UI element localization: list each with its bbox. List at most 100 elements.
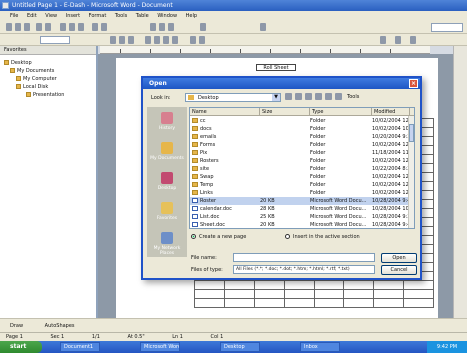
- chevron-down-icon[interactable]: ▼: [272, 94, 280, 101]
- radio-active-section[interactable]: Insert in the active section: [285, 234, 360, 241]
- taskbar-item[interactable]: Inbox: [300, 342, 340, 352]
- start-button[interactable]: start: [0, 341, 42, 353]
- menu-window[interactable]: Window: [157, 13, 177, 19]
- file-row[interactable]: Pix Folder 11/18/2004 11:14 AM: [190, 149, 412, 157]
- table-icon[interactable]: [150, 23, 156, 31]
- underline-icon[interactable]: [128, 36, 134, 44]
- file-row[interactable]: Rosters Folder 10/02/2004 12:19 PM: [190, 157, 412, 165]
- drawing-icon[interactable]: [168, 23, 174, 31]
- file-row[interactable]: cc Folder 10/02/2004 12:18 PM: [190, 117, 412, 125]
- column-modified[interactable]: Modified: [372, 108, 410, 116]
- file-row[interactable]: Swap Folder 10/02/2004 12:19 PM: [190, 173, 412, 181]
- save-icon[interactable]: [24, 23, 30, 31]
- folder-icon: [161, 142, 173, 154]
- autoshapes-menu[interactable]: AutoShapes: [45, 323, 75, 329]
- help-search-input[interactable]: [431, 23, 463, 32]
- column-type[interactable]: Type: [310, 108, 372, 116]
- align-left-icon[interactable]: [145, 36, 151, 44]
- document-icon: [192, 222, 198, 227]
- numbering-icon[interactable]: [190, 36, 196, 44]
- style-select[interactable]: [40, 36, 70, 44]
- back-icon[interactable]: [285, 93, 292, 100]
- file-list-scrollbar[interactable]: [408, 116, 414, 228]
- bold-icon[interactable]: [110, 36, 116, 44]
- file-type: Microsoft Word Docu...: [310, 206, 367, 212]
- menu-format[interactable]: Format: [89, 13, 107, 19]
- align-right-icon[interactable]: [163, 36, 169, 44]
- menu-table[interactable]: Table: [136, 13, 149, 19]
- file-row[interactable]: Forms Folder 10/02/2004 12:19 PM: [190, 141, 412, 149]
- file-row[interactable]: Roster 20 KB Microsoft Word Docu... 10/28/2…: [190, 197, 412, 205]
- file-name-input[interactable]: [233, 253, 375, 262]
- align-center-icon[interactable]: [154, 36, 160, 44]
- nav-item-my-documents[interactable]: My Documents: [10, 68, 54, 75]
- file-row[interactable]: site Folder 10/22/2004 8:26 PM: [190, 165, 412, 173]
- copy-icon[interactable]: [69, 23, 75, 31]
- status-page: Page 1: [6, 334, 23, 340]
- cancel-button[interactable]: Cancel: [381, 265, 417, 275]
- up-folder-icon[interactable]: [295, 93, 302, 100]
- views-icon[interactable]: [335, 93, 342, 100]
- cut-icon[interactable]: [60, 23, 66, 31]
- draw-menu[interactable]: Draw: [10, 323, 23, 329]
- column-name[interactable]: Name: [190, 108, 260, 116]
- zoom-icon[interactable]: [200, 23, 206, 31]
- new-icon[interactable]: [6, 23, 12, 31]
- file-row[interactable]: emails Folder 10/20/2004 9:36 PM: [190, 133, 412, 141]
- file-row[interactable]: Sheet.doc 20 KB Microsoft Word Docu... 10/2…: [190, 221, 412, 228]
- new-folder-icon[interactable]: [325, 93, 332, 100]
- taskbar-item[interactable]: Document1: [60, 342, 100, 352]
- print-icon[interactable]: [36, 23, 42, 31]
- open-button[interactable]: Open: [381, 253, 417, 263]
- nav-item-desktop[interactable]: Desktop: [4, 60, 32, 67]
- delete-icon[interactable]: [315, 93, 322, 100]
- taskbar-item[interactable]: Desktop: [220, 342, 260, 352]
- vertical-scrollbar[interactable]: [453, 46, 467, 318]
- radio-new-page[interactable]: Create a new page: [191, 234, 246, 241]
- folder-icon: [192, 190, 198, 195]
- menu-help[interactable]: Help: [186, 13, 197, 19]
- place-favorites[interactable]: Favorites: [147, 199, 187, 227]
- file-row[interactable]: Links Folder 10/02/2004 12:20 PM: [190, 189, 412, 197]
- nav-item-my-computer[interactable]: My Computer: [16, 76, 57, 83]
- search-web-icon[interactable]: [305, 93, 312, 100]
- columns-icon[interactable]: [159, 23, 165, 31]
- border-icon[interactable]: [380, 36, 386, 44]
- highlight-icon[interactable]: [395, 36, 401, 44]
- justify-icon[interactable]: [172, 36, 178, 44]
- menu-tools[interactable]: Tools: [115, 13, 127, 19]
- menu-insert[interactable]: Insert: [66, 13, 80, 19]
- screen: Untitled Page 1 - E-Dash - Microsoft Wor…: [0, 0, 467, 353]
- place-network[interactable]: My Network Places: [147, 229, 187, 257]
- menu-file[interactable]: File: [10, 13, 18, 19]
- nav-item-local-disk[interactable]: Local Disk: [16, 84, 48, 91]
- bullets-icon[interactable]: [199, 36, 205, 44]
- undo-icon[interactable]: [92, 23, 98, 31]
- tools-menu[interactable]: Tools: [347, 94, 359, 100]
- menu-view[interactable]: View: [45, 13, 57, 19]
- paste-icon[interactable]: [78, 23, 84, 31]
- font-color-icon[interactable]: [410, 36, 416, 44]
- place-desktop[interactable]: Desktop: [147, 169, 187, 197]
- place-history[interactable]: History: [147, 109, 187, 137]
- look-in-select[interactable]: Desktop ▼: [185, 93, 281, 102]
- menu-edit[interactable]: Edit: [27, 13, 37, 19]
- scrollbar-thumb[interactable]: [409, 124, 414, 142]
- nav-item-presentation[interactable]: Presentation: [26, 92, 64, 99]
- file-list[interactable]: Name Size Type Modified cc Folder 10/02/20…: [189, 107, 415, 229]
- open-icon[interactable]: [15, 23, 21, 31]
- file-row[interactable]: List.doc 25 KB Microsoft Word Docu... 10/28…: [190, 213, 412, 221]
- column-size[interactable]: Size: [260, 108, 310, 116]
- close-icon[interactable]: ×: [409, 79, 418, 88]
- help-icon[interactable]: [260, 23, 266, 31]
- document-icon: [192, 206, 198, 211]
- preview-icon[interactable]: [45, 23, 51, 31]
- redo-icon[interactable]: [101, 23, 107, 31]
- italic-icon[interactable]: [119, 36, 125, 44]
- taskbar-item[interactable]: Microsoft Word: [140, 342, 180, 352]
- file-row[interactable]: docs Folder 10/02/2004 10:15 PM: [190, 125, 412, 133]
- file-row[interactable]: calendar.doc 28 KB Microsoft Word Docu... 1…: [190, 205, 412, 213]
- file-row[interactable]: Temp Folder 10/02/2004 12:20 PM: [190, 181, 412, 189]
- file-type-select[interactable]: All Files (*.*; *.doc; *.dot; *.htm; *.h…: [233, 265, 375, 274]
- place-my-documents[interactable]: My Documents: [147, 139, 187, 167]
